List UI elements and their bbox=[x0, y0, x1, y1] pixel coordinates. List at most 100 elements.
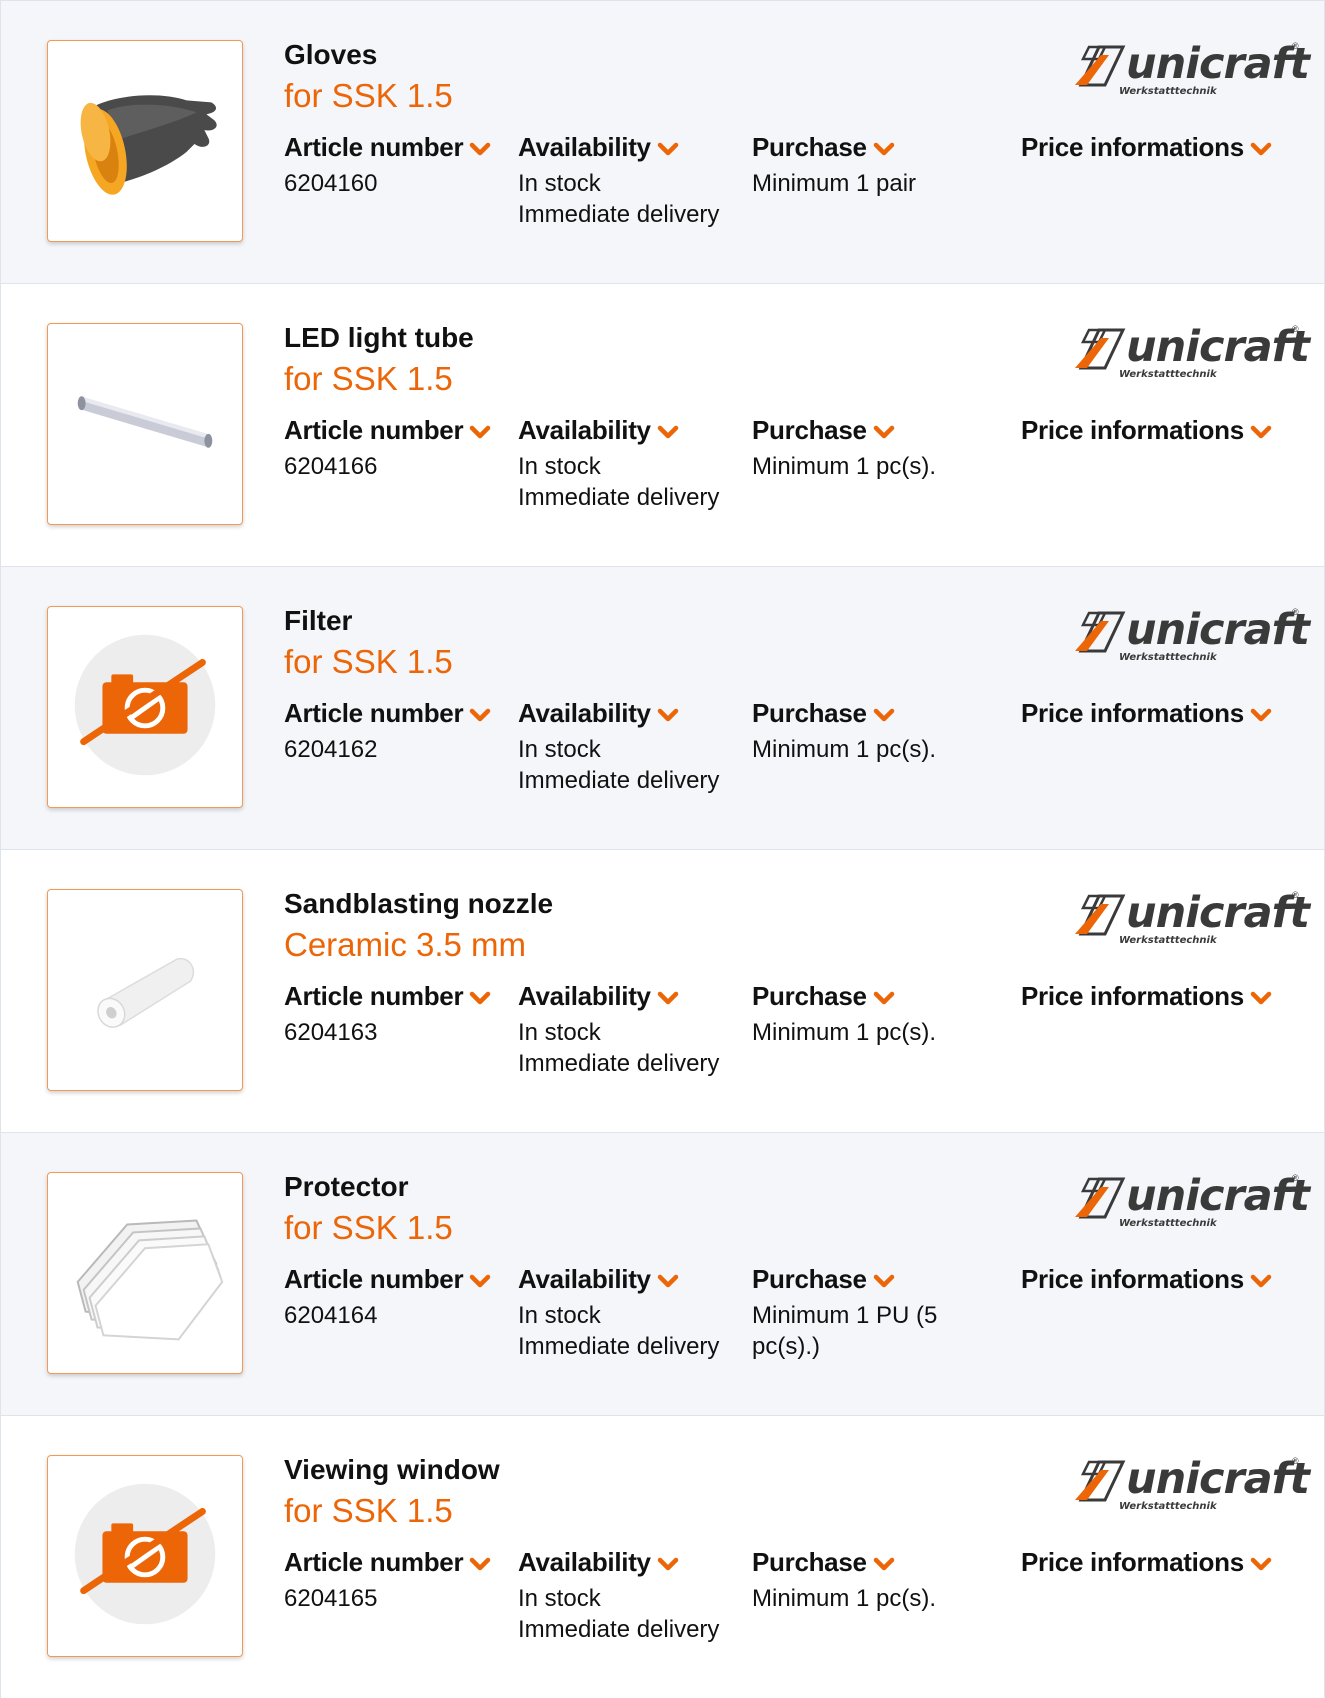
article-number-column: Article number 6204164 bbox=[284, 1264, 491, 1331]
price-informations-column: Price informations bbox=[1021, 698, 1272, 731]
availability-toggle[interactable]: Availability bbox=[518, 1547, 719, 1580]
availability-status: In stock bbox=[518, 1584, 601, 1612]
article-number-toggle[interactable]: Article number bbox=[284, 698, 491, 731]
nozzle-image bbox=[97, 957, 195, 1028]
price-informations-label: Price informations bbox=[1021, 1264, 1244, 1294]
product-thumbnail[interactable] bbox=[47, 889, 243, 1091]
product-row: Gloves for SSK 1.5 Article number 620416… bbox=[0, 0, 1325, 283]
article-number-column: Article number 6204166 bbox=[284, 415, 491, 482]
availability-toggle[interactable]: Availability bbox=[518, 981, 719, 1014]
chevron-down-icon bbox=[1250, 983, 1272, 1014]
article-number-label: Article number bbox=[284, 698, 464, 728]
product-thumbnail[interactable] bbox=[47, 1455, 243, 1657]
product-thumbnail[interactable] bbox=[47, 1172, 243, 1374]
article-number-column: Article number 6204160 bbox=[284, 132, 491, 199]
article-number-toggle[interactable]: Article number bbox=[284, 132, 491, 165]
availability-label: Availability bbox=[518, 1264, 651, 1294]
brand-logo-mark bbox=[1075, 1177, 1126, 1219]
purchase-minimum: Minimum 1 pc(s). bbox=[752, 1018, 937, 1046]
brand-logo-tagline: Werkstatttechnik bbox=[1119, 652, 1217, 663]
article-number-toggle[interactable]: Article number bbox=[284, 415, 491, 448]
purchase-column: Purchase Minimum 1 pc(s). bbox=[752, 1547, 957, 1614]
brand-logo-mark bbox=[1075, 611, 1126, 653]
price-informations-toggle[interactable]: Price informations bbox=[1021, 132, 1272, 165]
purchase-toggle[interactable]: Purchase bbox=[752, 1264, 957, 1297]
price-informations-label: Price informations bbox=[1021, 132, 1244, 162]
product-thumbnail[interactable] bbox=[47, 323, 243, 525]
brand-logo: unicraft Werkstatttechnik ® bbox=[1071, 1169, 1310, 1229]
chevron-down-icon bbox=[657, 417, 679, 448]
product-row: Viewing window for SSK 1.5 Article numbe… bbox=[0, 1415, 1325, 1698]
brand-logo-wordmark: unicraft bbox=[1126, 888, 1310, 938]
article-number-toggle[interactable]: Article number bbox=[284, 1547, 491, 1580]
availability-status: In stock bbox=[518, 1018, 601, 1046]
availability-column: Availability In stock Immediate delivery bbox=[518, 1264, 719, 1362]
price-informations-toggle[interactable]: Price informations bbox=[1021, 698, 1272, 731]
purchase-toggle[interactable]: Purchase bbox=[752, 981, 957, 1014]
product-title[interactable]: Viewing window bbox=[284, 1454, 500, 1486]
price-informations-toggle[interactable]: Price informations bbox=[1021, 1547, 1272, 1580]
chevron-down-icon bbox=[469, 1549, 491, 1580]
price-informations-toggle[interactable]: Price informations bbox=[1021, 981, 1272, 1014]
brand-logo: unicraft Werkstatttechnik ® bbox=[1071, 886, 1310, 946]
product-thumbnail[interactable] bbox=[47, 40, 243, 242]
purchase-label: Purchase bbox=[752, 132, 867, 162]
chevron-down-icon bbox=[1250, 700, 1272, 731]
availability-column: Availability In stock Immediate delivery bbox=[518, 698, 719, 796]
chevron-down-icon bbox=[469, 134, 491, 165]
purchase-toggle[interactable]: Purchase bbox=[752, 415, 957, 448]
brand-logo-wordmark: unicraft bbox=[1126, 1454, 1310, 1504]
brand-logo-wordmark: unicraft bbox=[1126, 1171, 1310, 1221]
product-title[interactable]: Filter bbox=[284, 605, 352, 637]
chevron-down-icon bbox=[873, 417, 895, 448]
chevron-down-icon bbox=[657, 1549, 679, 1580]
product-title[interactable]: LED light tube bbox=[284, 322, 474, 354]
purchase-label: Purchase bbox=[752, 981, 867, 1011]
article-number-value: 6204166 bbox=[284, 452, 378, 480]
article-number-column: Article number 6204165 bbox=[284, 1547, 491, 1614]
brand-logo: unicraft Werkstatttechnik ® bbox=[1071, 1452, 1310, 1512]
price-informations-toggle[interactable]: Price informations bbox=[1021, 1264, 1272, 1297]
article-number-toggle[interactable]: Article number bbox=[284, 981, 491, 1014]
article-number-label: Article number bbox=[284, 1264, 464, 1294]
availability-toggle[interactable]: Availability bbox=[518, 698, 719, 731]
price-informations-toggle[interactable]: Price informations bbox=[1021, 415, 1272, 448]
availability-toggle[interactable]: Availability bbox=[518, 1264, 719, 1297]
registered-mark: ® bbox=[1292, 1173, 1299, 1183]
chevron-down-icon bbox=[1250, 1549, 1272, 1580]
article-number-value: 6204162 bbox=[284, 735, 378, 763]
availability-label: Availability bbox=[518, 698, 651, 728]
product-row: Filter for SSK 1.5 Article number 620416… bbox=[0, 566, 1325, 849]
article-number-toggle[interactable]: Article number bbox=[284, 1264, 491, 1297]
purchase-toggle[interactable]: Purchase bbox=[752, 1547, 957, 1580]
purchase-toggle[interactable]: Purchase bbox=[752, 132, 957, 165]
product-subtitle: for SSK 1.5 bbox=[284, 360, 453, 397]
product-title[interactable]: Sandblasting nozzle bbox=[284, 888, 553, 920]
article-number-column: Article number 6204162 bbox=[284, 698, 491, 765]
product-subtitle: Ceramic 3.5 mm bbox=[284, 926, 527, 963]
chevron-down-icon bbox=[873, 134, 895, 165]
availability-toggle[interactable]: Availability bbox=[518, 132, 719, 165]
article-number-value: 6204165 bbox=[284, 1584, 378, 1612]
delivery-info: Immediate delivery bbox=[518, 483, 720, 511]
protector-image bbox=[76, 1219, 224, 1341]
purchase-label: Purchase bbox=[752, 1547, 867, 1577]
chevron-down-icon bbox=[873, 983, 895, 1014]
article-number-value: 6204163 bbox=[284, 1018, 378, 1046]
product-title[interactable]: Gloves bbox=[284, 39, 377, 71]
product-subtitle: for SSK 1.5 bbox=[284, 77, 453, 114]
price-informations-label: Price informations bbox=[1021, 415, 1244, 445]
purchase-toggle[interactable]: Purchase bbox=[752, 698, 957, 731]
purchase-minimum: Minimum 1 pc(s). bbox=[752, 735, 937, 763]
led-tube-image bbox=[77, 396, 213, 448]
purchase-column: Purchase Minimum 1 pc(s). bbox=[752, 415, 957, 482]
chevron-down-icon bbox=[657, 134, 679, 165]
brand-logo-wordmark: unicraft bbox=[1126, 39, 1310, 89]
chevron-down-icon bbox=[873, 1266, 895, 1297]
article-number-label: Article number bbox=[284, 981, 464, 1011]
no-image-placeholder-icon bbox=[74, 634, 216, 776]
purchase-minimum: Minimum 1 PU (5 pc(s).) bbox=[752, 1301, 938, 1360]
product-thumbnail[interactable] bbox=[47, 606, 243, 808]
availability-toggle[interactable]: Availability bbox=[518, 415, 719, 448]
product-title[interactable]: Protector bbox=[284, 1171, 408, 1203]
